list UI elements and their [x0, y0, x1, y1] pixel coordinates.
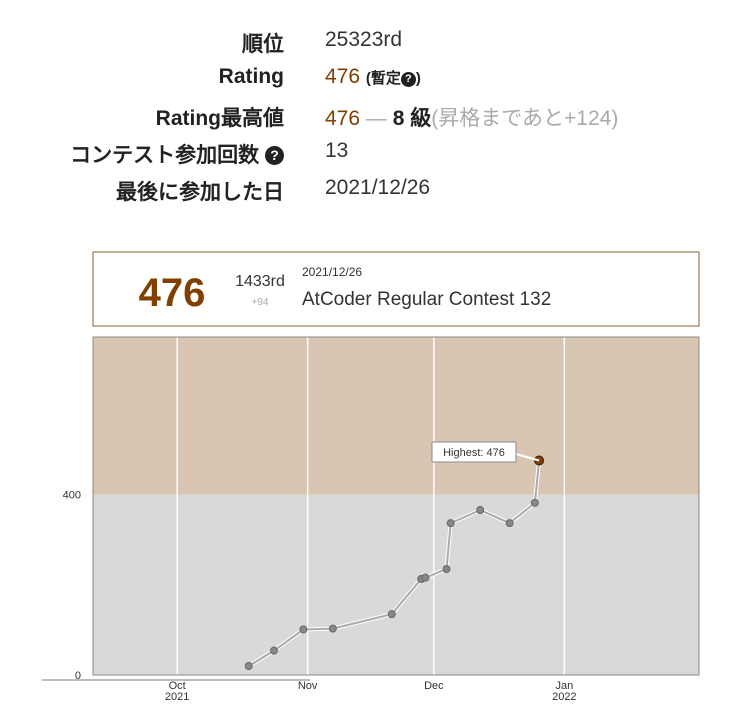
info-diff: +94 [252, 297, 269, 308]
rating-chart-container: 476 1433rd +94 2021/12/26 AtCoder Regula… [0, 240, 750, 709]
x-tick-year-jan: 2022 [552, 691, 576, 703]
contests-label-cell: コンテスト参加回数 ? [70, 139, 284, 169]
highest-row: Rating最高値 476 — 8 級(昇格まであと+124) [0, 102, 750, 134]
data-point [530, 498, 539, 507]
rank-value: 25323rd [325, 28, 403, 51]
contests-row: コンテスト参加回数 ? 13 [0, 139, 750, 171]
data-point [299, 625, 308, 634]
highest-value: 476 [325, 107, 361, 130]
contests-value: 13 [325, 139, 349, 162]
data-point [421, 573, 430, 582]
rating-value: 476 [325, 65, 361, 88]
data-point [244, 661, 253, 670]
rating-band-0 [93, 494, 699, 675]
plot-area: 0400Oct2021Nov Dec Jan2022Highest: 476 [63, 336, 700, 703]
annotation-label: Highest: 476 [443, 447, 505, 459]
x-tick-year-oct: 2021 [165, 691, 189, 703]
x-tick-label-nov: Nov [298, 680, 318, 692]
highest-dash: — [365, 107, 387, 130]
info-rating: 476 [139, 271, 206, 315]
data-point [505, 519, 514, 528]
info-rank: 1433rd [235, 273, 285, 290]
provisional-open: (暫定 [365, 70, 401, 87]
data-point [269, 646, 278, 655]
y-tick-label-400: 400 [63, 490, 81, 502]
kyu-grade: 8 級 [392, 107, 432, 130]
rank-label: 順位 [242, 33, 284, 56]
info-date: 2021/12/26 [302, 265, 362, 279]
data-point [328, 624, 337, 633]
provisional-close: ) [415, 70, 421, 87]
x-tick-label-dec: Dec [424, 680, 444, 692]
rank-row: 順位 25323rd [0, 28, 750, 60]
data-point [387, 610, 396, 619]
highest-label: Rating最高値 [155, 107, 284, 130]
info-contest: AtCoder Regular Contest 132 [302, 289, 551, 310]
help-icon[interactable]: ? [265, 146, 284, 165]
last-row: 最後に参加した日 2021/12/26 [0, 176, 750, 208]
data-point [442, 565, 451, 574]
rating-row: Rating 476 (暫定?) [0, 65, 750, 97]
data-point [446, 519, 455, 528]
rating-value-cell: 476 (暫定?) [325, 65, 421, 89]
rating-chart: 476 1433rd +94 2021/12/26 AtCoder Regula… [42, 251, 700, 703]
rating-band-1 [93, 337, 699, 495]
help-icon[interactable]: ? [400, 72, 416, 87]
last-label: 最後に参加した日 [116, 181, 284, 204]
last-value: 2021/12/26 [325, 176, 431, 199]
next-promotion: (昇格まであと+124) [431, 107, 619, 130]
rating-label: Rating [218, 65, 284, 88]
rating-provisional-note: (暫定?) [366, 70, 421, 87]
data-point [476, 506, 485, 515]
contests-label: コンテスト参加回数 [70, 144, 260, 167]
contest-info-box: 476 1433rd +94 2021/12/26 AtCoder Regula… [92, 251, 700, 327]
highest-value-cell: 476 — 8 級(昇格まであと+124) [325, 102, 618, 132]
